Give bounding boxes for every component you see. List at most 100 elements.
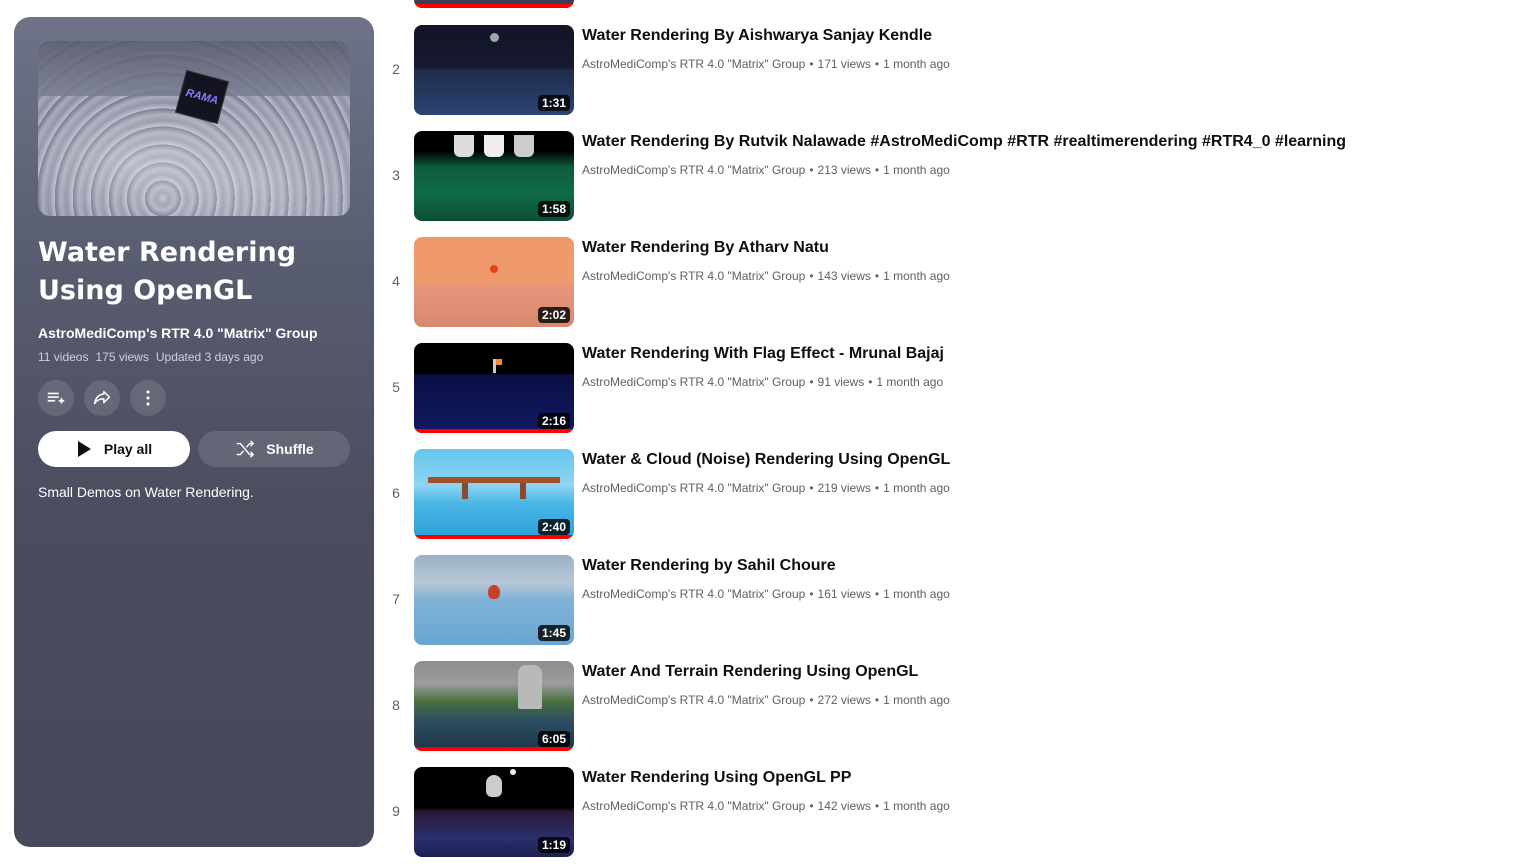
play-all-label: Play all [103,441,153,457]
save-to-playlist-icon [47,392,65,404]
shuffle-label: Shuffle [266,441,314,457]
video-title[interactable]: Water Rendering Using OpenGL PP [582,769,851,787]
thumbnail-cube-text: RAMA [184,86,220,108]
list-item[interactable]: 5 2:16 Water Rendering With Flag Effect … [380,343,1530,433]
video-duration: 1:58 [537,201,570,217]
shuffle-button[interactable]: Shuffle [198,431,350,467]
video-channel[interactable]: AstroMediComp's RTR 4.0 "Matrix" Group [582,799,805,813]
video-title[interactable]: Water And Terrain Rendering Using OpenGL [582,663,918,681]
list-item[interactable]: 7 1:45 Water Rendering by Sahil Choure A… [380,555,1530,645]
more-options-button[interactable] [130,380,166,416]
video-channel[interactable]: AstroMediComp's RTR 4.0 "Matrix" Group [582,481,805,495]
watch-progress-bar [414,535,574,539]
playlist-video-count: 11 videos [38,350,89,364]
video-meta: AstroMediComp's RTR 4.0 "Matrix" Group • 1… [582,269,950,283]
watch-progress-bar [414,747,574,751]
share-button[interactable] [84,380,120,416]
video-duration: 1:45 [537,625,570,641]
save-playlist-button[interactable] [38,380,74,416]
list-item[interactable]: 6 2:40 Water & Cloud (Noise) Rendering U… [380,449,1530,539]
more-vert-icon [146,390,150,406]
video-index: 9 [392,803,400,819]
video-thumbnail[interactable]: 1:58 [414,131,574,221]
video-meta: AstroMediComp's RTR 4.0 "Matrix" Group • 1… [582,57,950,71]
video-meta: AstroMediComp's RTR 4.0 "Matrix" Group • 2… [582,163,950,177]
playlist-header-panel: RAMA Water Rendering Using OpenGL AstroM… [14,17,374,847]
list-item-partial[interactable] [380,0,1530,8]
video-thumbnail[interactable]: 1:19 [414,767,574,857]
watch-progress-bar [414,429,574,433]
video-meta: AstroMediComp's RTR 4.0 "Matrix" Group • 2… [582,481,950,495]
video-age: 1 month ago [876,375,944,389]
video-index: 3 [392,167,400,183]
list-item[interactable]: 2 1:31 Water Rendering By Aishwarya Sanj… [380,25,1530,115]
video-meta: AstroMediComp's RTR 4.0 "Matrix" Group • 2… [582,693,950,707]
playlist-stats: 11 videos 175 views Updated 3 days ago [38,350,263,364]
video-duration: 2:02 [537,307,570,323]
video-age: 1 month ago [883,587,950,601]
list-item[interactable]: 8 6:05 Water And Terrain Rendering Using… [380,661,1530,751]
video-title[interactable]: Water Rendering By Atharv Natu [582,239,829,257]
video-channel[interactable]: AstroMediComp's RTR 4.0 "Matrix" Group [582,57,805,71]
video-duration: 2:16 [537,413,570,429]
video-title[interactable]: Water Rendering With Flag Effect - Mruna… [582,345,944,363]
video-channel[interactable]: AstroMediComp's RTR 4.0 "Matrix" Group [582,163,805,177]
playlist-views: 175 views [95,350,149,364]
video-thumbnail[interactable] [414,0,574,8]
video-index: 6 [392,485,400,501]
video-duration: 1:31 [537,95,570,111]
video-thumbnail[interactable]: 6:05 [414,661,574,751]
video-thumbnail[interactable]: 2:40 [414,449,574,539]
video-views: 219 views [817,481,871,495]
list-item[interactable]: 4 2:02 Water Rendering By Atharv Natu As… [380,237,1530,327]
video-age: 1 month ago [883,693,950,707]
video-title[interactable]: Water Rendering By Aishwarya Sanjay Kend… [582,27,932,45]
video-thumbnail[interactable]: 2:02 [414,237,574,327]
playlist-play-controls: Play all Shuffle [38,431,350,467]
playlist-updated: Updated 3 days ago [155,350,264,364]
video-age: 1 month ago [883,481,950,495]
video-views: 161 views [817,587,871,601]
shuffle-icon [237,440,255,458]
video-title[interactable]: Water & Cloud (Noise) Rendering Using Op… [582,451,950,469]
play-icon [77,441,91,457]
video-index: 4 [392,273,400,289]
video-views: 171 views [817,57,871,71]
video-thumbnail[interactable]: 1:45 [414,555,574,645]
video-title[interactable]: Water Rendering By Rutvik Nalawade #Astr… [582,133,1346,151]
video-thumbnail[interactable]: 2:16 [414,343,574,433]
video-age: 1 month ago [883,269,950,283]
playlist-title: Water Rendering Using OpenGL [38,237,297,306]
video-views: 213 views [817,163,871,177]
playlist-page: RAMA Water Rendering Using OpenGL AstroM… [0,0,1536,864]
video-channel[interactable]: AstroMediComp's RTR 4.0 "Matrix" Group [582,375,805,389]
video-age: 1 month ago [883,163,950,177]
video-views: 142 views [817,799,871,813]
video-thumbnail[interactable]: 1:31 [414,25,574,115]
video-duration: 6:05 [537,731,570,747]
video-age: 1 month ago [883,799,950,813]
video-channel[interactable]: AstroMediComp's RTR 4.0 "Matrix" Group [582,587,805,601]
playlist-actions [38,380,166,416]
video-index: 2 [392,61,400,77]
video-duration: 2:40 [537,519,570,535]
video-index: 7 [392,591,400,607]
video-channel[interactable]: AstroMediComp's RTR 4.0 "Matrix" Group [582,693,805,707]
video-views: 91 views [817,375,865,389]
video-index: 5 [392,379,400,395]
video-channel[interactable]: AstroMediComp's RTR 4.0 "Matrix" Group [582,269,805,283]
watch-progress-bar [414,4,574,8]
video-meta: AstroMediComp's RTR 4.0 "Matrix" Group • 9… [582,375,944,389]
video-meta: AstroMediComp's RTR 4.0 "Matrix" Group • 1… [582,587,950,601]
video-duration: 1:19 [537,837,570,853]
list-item[interactable]: 9 1:19 Water Rendering Using OpenGL PP A… [380,767,1530,857]
playlist-owner[interactable]: AstroMediComp's RTR 4.0 "Matrix" Group [38,325,318,341]
share-icon [93,390,111,405]
video-index: 8 [392,697,400,713]
video-title[interactable]: Water Rendering by Sahil Choure [582,557,836,575]
play-all-button[interactable]: Play all [38,431,190,467]
video-views: 272 views [817,693,871,707]
list-item[interactable]: 3 1:58 Water Rendering By Rutvik Nalawad… [380,131,1530,221]
playlist-thumbnail[interactable]: RAMA [38,41,350,216]
playlist-description: Small Demos on Water Rendering. [38,484,254,500]
